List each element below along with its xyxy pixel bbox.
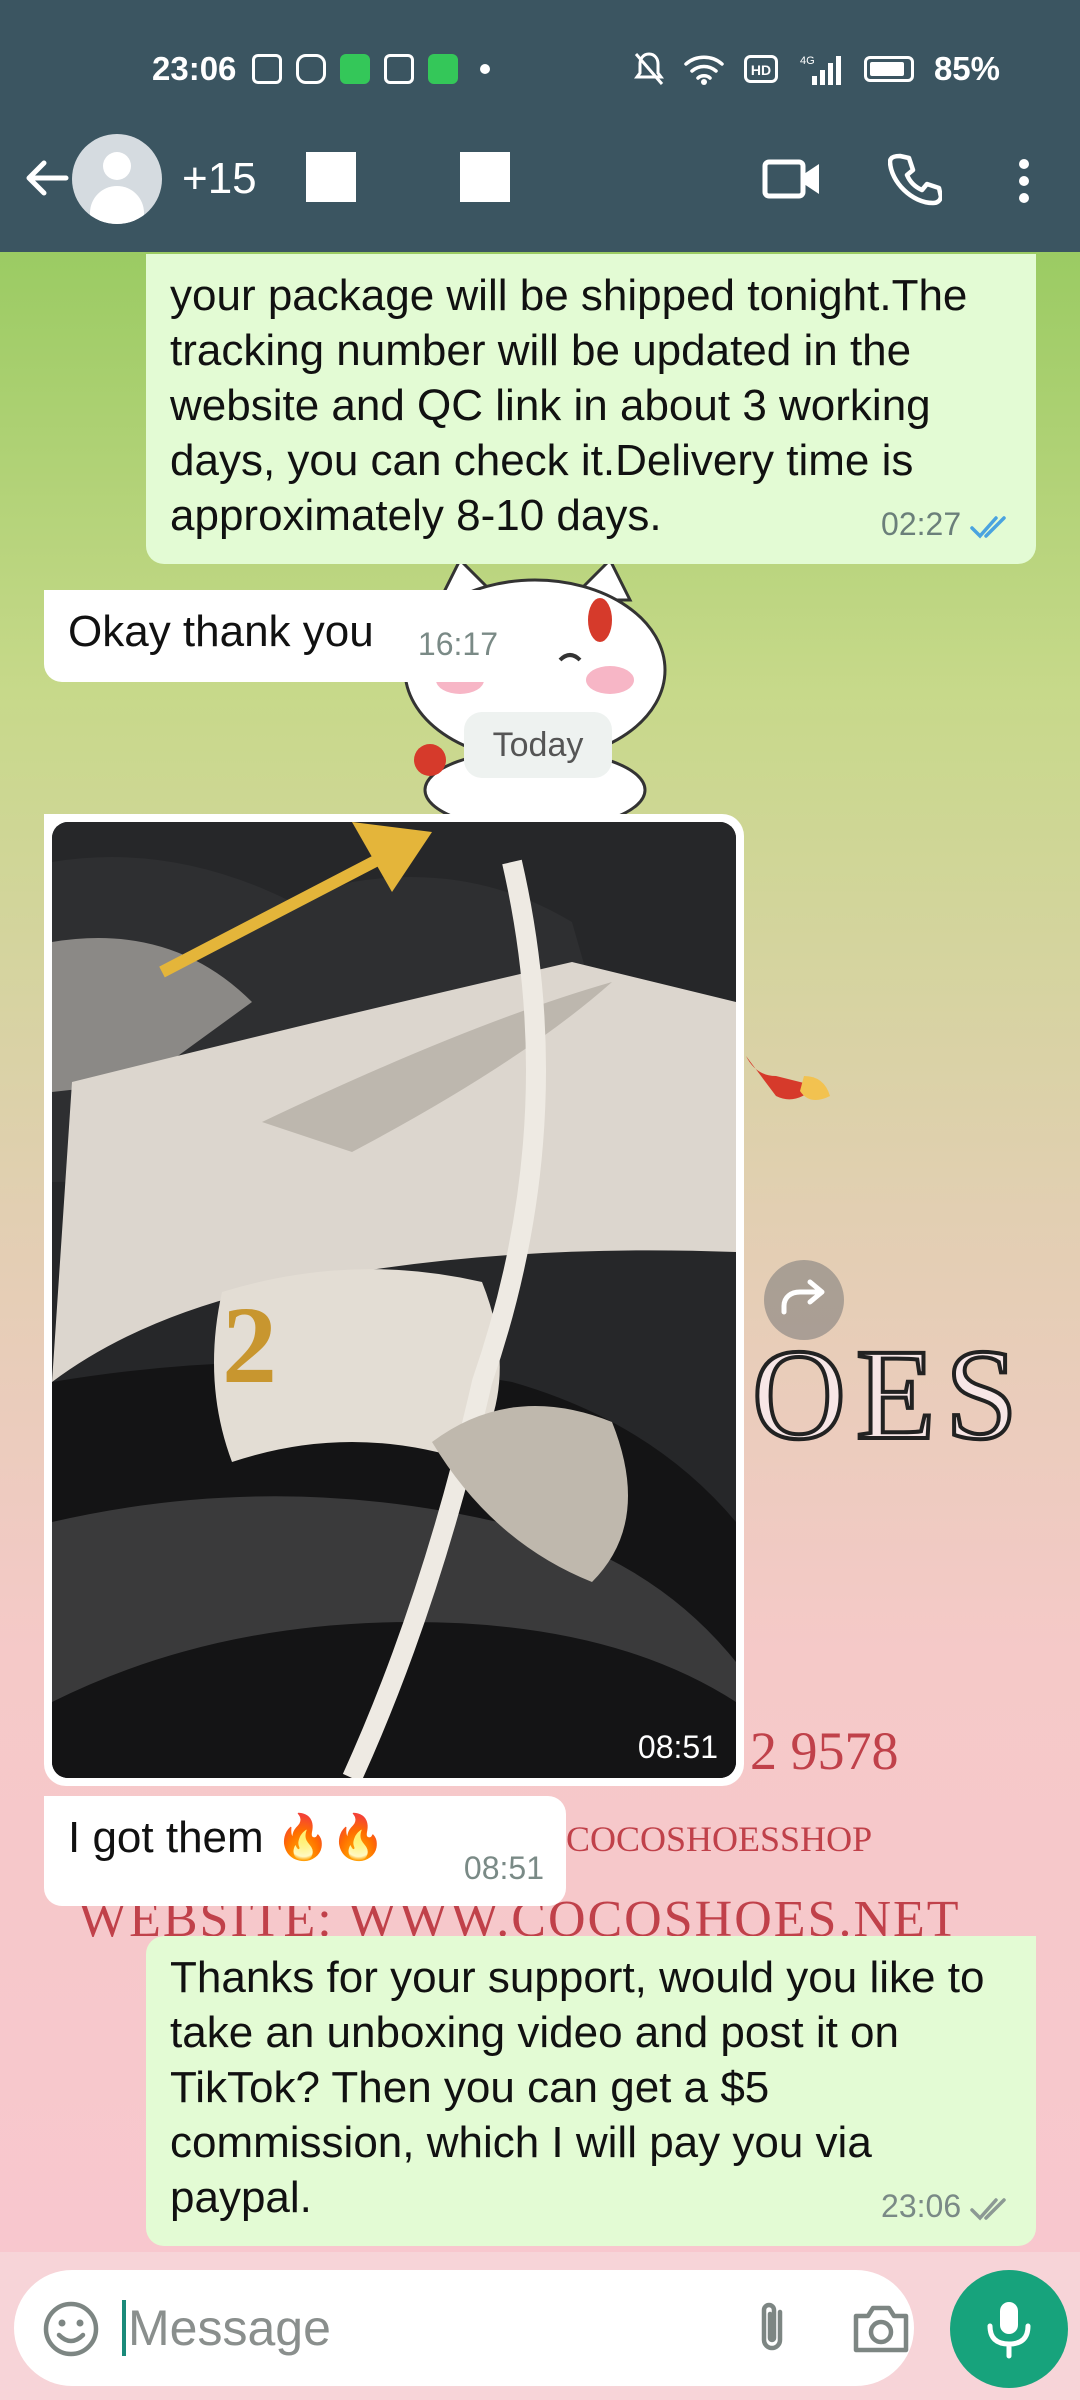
top-app-bar: 23:06 HD 4G 85% +15 <box>0 0 1080 252</box>
message-text: Okay thank you <box>68 607 374 656</box>
svg-text:HD: HD <box>751 62 771 78</box>
system-nav-bar <box>0 2390 1080 2400</box>
outgoing-message[interactable]: Thanks for your support, would you like … <box>146 1936 1036 2246</box>
voice-message-button[interactable] <box>950 2270 1068 2388</box>
forward-icon <box>781 1279 825 1315</box>
message-time: 08:51 <box>463 1850 544 1886</box>
instagram-notification-icon <box>296 54 326 84</box>
message-text: I got them 🔥🔥 <box>68 1813 386 1862</box>
notification-icons <box>252 54 490 84</box>
chat-header: +15 <box>0 130 1080 230</box>
whatsapp-notification-icon <box>340 54 370 84</box>
chat-notification-icon <box>428 54 458 84</box>
redaction-box <box>460 152 510 202</box>
delivered-receipt-icon <box>970 2197 1006 2221</box>
voice-call-icon[interactable] <box>888 152 942 206</box>
sneaker-photo[interactable]: 2 08:51 <box>52 822 736 1778</box>
message-text: Thanks for your support, would you like … <box>170 1953 985 2222</box>
svg-text:2: 2 <box>222 1284 277 1406</box>
camera-icon[interactable] <box>852 2302 910 2354</box>
microphone-icon <box>987 2302 1031 2359</box>
message-meta: 23:06 <box>881 2179 1014 2234</box>
forward-button[interactable] <box>764 1260 844 1340</box>
mute-icon <box>633 52 664 85</box>
incoming-message[interactable]: I got them 🔥🔥 08:51 <box>44 1796 566 1906</box>
battery-icon <box>863 56 914 82</box>
attach-icon[interactable] <box>744 2298 804 2358</box>
wallpaper-brush-icon <box>746 1056 830 1100</box>
contact-name[interactable]: +15 <box>182 154 257 204</box>
status-time: 23:06 <box>152 50 237 87</box>
sneaker-photo-illustration: 2 <box>52 822 736 1778</box>
back-arrow-icon[interactable] <box>18 148 78 208</box>
message-notification-icon <box>252 54 282 84</box>
network-type: 4G <box>800 55 815 67</box>
avatar-body-icon <box>90 186 144 224</box>
more-notifications-dot-icon <box>480 64 490 74</box>
text-caret <box>122 2300 126 2356</box>
wifi-icon <box>684 55 724 85</box>
emoji-icon[interactable] <box>42 2300 100 2358</box>
gmail-notification-icon <box>384 54 414 84</box>
redaction-box <box>306 152 356 202</box>
status-bar: 23:06 HD 4G 85% <box>0 46 1080 92</box>
message-meta: 02:27 <box>881 497 1014 552</box>
battery-percent: 85% <box>933 50 1000 87</box>
message-composer <box>14 2270 914 2386</box>
message-text: your package will be shipped tonight.The… <box>170 271 968 540</box>
message-input[interactable] <box>128 2294 728 2362</box>
image-time: 08:51 <box>637 1729 718 1765</box>
incoming-message[interactable]: Okay thank you 16:17 <box>44 590 520 682</box>
hd-icon: HD <box>743 55 778 83</box>
message-time: 23:06 <box>881 2188 962 2224</box>
incoming-image-message[interactable]: 2 08:51 <box>44 814 744 1786</box>
signal-icon: 4G <box>800 55 841 85</box>
more-options-icon[interactable] <box>1006 156 1042 206</box>
date-separator: Today <box>464 712 612 778</box>
message-time: 02:27 <box>881 506 962 542</box>
video-call-icon[interactable] <box>762 154 822 204</box>
message-time: 16:17 <box>417 626 498 662</box>
contact-avatar[interactable] <box>72 134 162 224</box>
read-receipt-icon <box>970 515 1006 539</box>
status-right: HD 4G 85% <box>633 50 1000 88</box>
outgoing-message[interactable]: your package will be shipped tonight.The… <box>146 254 1036 564</box>
avatar-head-icon <box>103 152 131 180</box>
